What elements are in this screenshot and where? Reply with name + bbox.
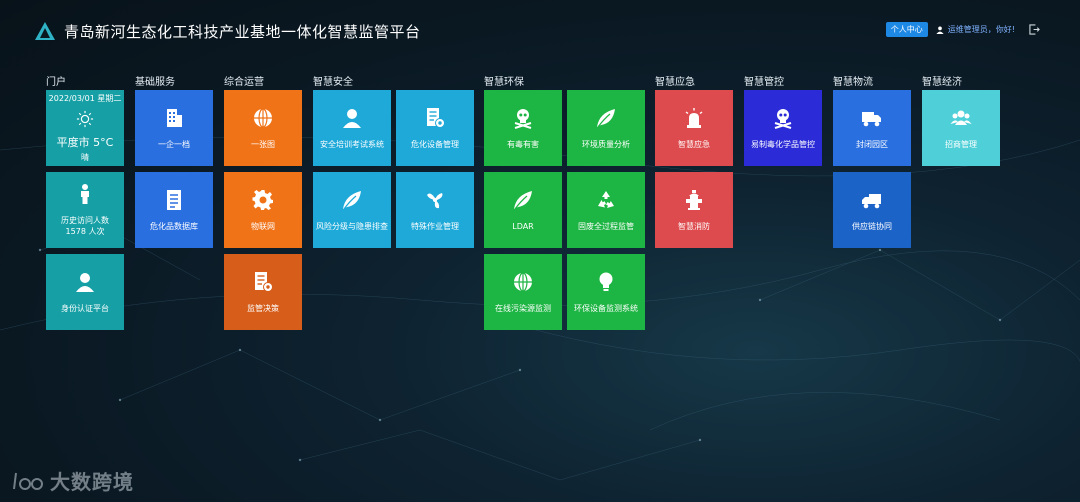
special-work-tile[interactable]: 特殊作业管理 [396,172,474,248]
tile-label: 身份认证平台 [61,303,109,313]
tile-label: 有毒有害 [507,139,539,149]
tile-label: LDAR [512,221,534,231]
identity-platform-tile[interactable]: 身份认证平台 [46,254,124,330]
safety-training-tile[interactable]: 安全培训考试系统 [313,90,391,166]
tile-label: 在线污染源监测 [495,303,551,313]
tile-label: 监管决策 [247,303,279,313]
user-greeting-text: 运维管理员，你好! [947,25,1015,34]
skull-icon [774,108,792,129]
toxic-harmful-tile[interactable]: 有毒有害 [484,90,562,166]
page-title: 青岛新河生态化工科技产业基地一体化智慧监管平台 [64,23,421,41]
header-bar: 青岛新河生态化工科技产业基地一体化智慧监管平台 个人中心 运维管理员，你好! [0,0,1080,60]
column-label-portal: 门户 [46,77,66,88]
supervision-decision-tile[interactable]: 监管决策 [224,254,302,330]
tile-label: 智慧消防 [678,221,710,231]
closed-park-tile[interactable]: 封闭园区 [833,90,911,166]
building-icon [167,108,182,127]
tile-label: 特殊作业管理 [411,221,459,231]
weather-temperature: 平度市 5°C [56,136,114,149]
header-user-area: 个人中心 运维管理员，你好! [885,22,1040,37]
column-label-economy: 智慧经济 [922,77,962,88]
online-pollution-tile[interactable]: 在线污染源监测 [484,254,562,330]
column-label-basic: 基础服务 [135,77,175,88]
visit-count-label: 历史访问人数 [61,216,109,225]
alarm-light-icon [685,107,703,128]
recycle-icon [598,190,614,208]
logout-icon[interactable] [1029,24,1040,35]
iot-tile[interactable]: 物联网 [224,172,302,248]
column-label-logistics: 智慧物流 [833,77,873,88]
person-icon [81,184,89,204]
tile-label: 固废全过程监管 [578,221,634,231]
precursor-chemicals-tile[interactable]: 易制毒化学品管控 [744,90,822,166]
user-greeting[interactable]: 运维管理员，你好! [936,24,1015,35]
weather-condition: 晴 [81,153,89,162]
one-map-tile[interactable]: 一张图 [224,90,302,166]
user-icon [343,108,361,128]
document-settings-icon [255,271,273,292]
supply-chain-tile[interactable]: 供应链协同 [833,172,911,248]
leaf-icon [514,190,532,209]
fan-icon [427,192,443,208]
personal-center-button[interactable]: 个人中心 [885,22,928,37]
user-icon [76,272,94,292]
document-settings-icon [427,107,445,128]
tile-label: 智慧应急 [678,139,710,149]
lightbulb-icon [599,272,613,291]
hazard-equipment-tile[interactable]: 危化设备管理 [396,90,474,166]
watermark-text: 大数跨境 [50,470,134,494]
group-icon [950,110,972,125]
smart-emergency-tile[interactable]: 智慧应急 [655,90,733,166]
leaf-icon [343,190,361,209]
watermark: 大数跨境 [12,466,134,495]
fire-hydrant-icon [686,189,702,210]
document-icon [167,189,181,210]
column-label-env: 智慧环保 [484,77,524,88]
sun-icon [76,110,94,128]
tile-label: 易制毒化学品管控 [751,139,815,149]
tile-label: 一企一档 [158,139,190,149]
tile-label: 封闭园区 [856,139,888,149]
visit-count-value: 1578 人次 [65,227,105,236]
tile-label: 一张图 [251,139,275,149]
env-equipment-tile[interactable]: 环保设备监测系统 [567,254,645,330]
leaf-icon [597,108,615,127]
hazmat-database-tile[interactable]: 危化品数据库 [135,172,213,248]
column-label-safety: 智慧安全 [313,77,353,88]
one-enterprise-tile[interactable]: 一企一档 [135,90,213,166]
weather-tile: 2022/03/01 星期二 平度市 5°C 晴 [46,90,124,166]
column-label-control: 智慧管控 [744,77,784,88]
tile-label: 危化品数据库 [150,221,198,231]
tile-label: 危化设备管理 [411,139,459,149]
tile-label: 物联网 [251,221,275,231]
truck-icon [862,193,881,208]
tile-label: 供应链协同 [852,221,892,231]
tile-label: 环保设备监测系统 [574,303,638,313]
smart-fire-tile[interactable]: 智慧消防 [655,172,733,248]
logo-icon [35,22,55,40]
weather-date: 2022/03/01 星期二 [48,94,122,103]
visit-count-tile: 历史访问人数 1578 人次 [46,172,124,248]
tile-label: 安全培训考试系统 [320,139,384,149]
user-icon [936,26,944,34]
env-quality-tile[interactable]: 环境质量分析 [567,90,645,166]
tile-label: 招商管理 [945,139,977,149]
solid-waste-tile[interactable]: 固废全过程监管 [567,172,645,248]
ldar-tile[interactable]: LDAR [484,172,562,248]
truck-icon [862,111,881,126]
globe-icon [254,107,272,128]
gear-icon [252,189,273,210]
tile-label: 环境质量分析 [582,139,630,149]
risk-grading-tile[interactable]: 风险分级与隐患排查 [313,172,391,248]
investment-tile[interactable]: 招商管理 [922,90,1000,166]
column-label-ops: 综合运营 [224,77,264,88]
column-label-emergency: 智慧应急 [655,77,695,88]
tile-label: 风险分级与隐患排查 [316,221,388,231]
skull-icon [514,108,532,129]
globe-icon [514,271,532,292]
watermark-logo-icon [13,472,43,490]
